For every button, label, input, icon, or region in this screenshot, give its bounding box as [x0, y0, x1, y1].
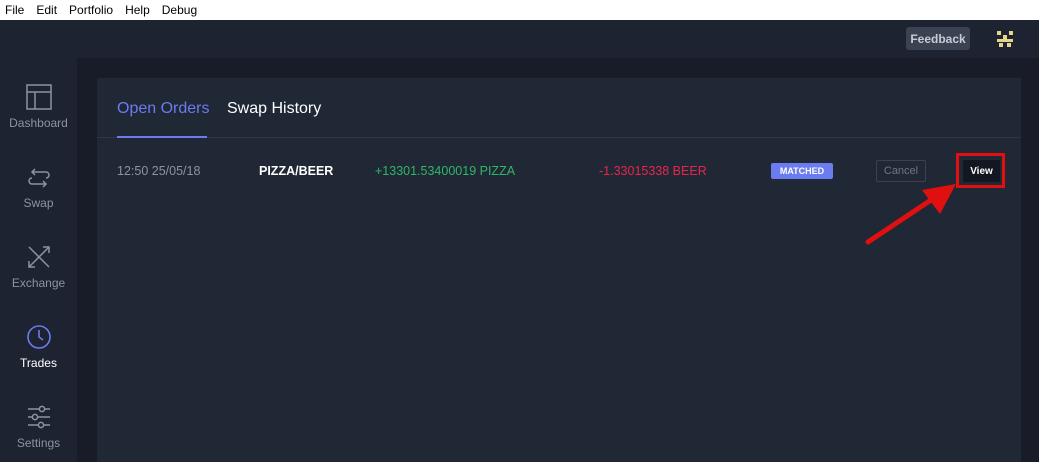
trades-clock-icon — [26, 325, 51, 349]
order-send-amount: -1.33015338 BEER — [599, 164, 707, 178]
orders-panel: Open Orders Swap History 12:50 25/05/18 … — [97, 78, 1021, 462]
menu-bar: File Edit Portfolio Help Debug — [0, 0, 1039, 20]
order-pair: PIZZA/BEER — [259, 164, 334, 178]
annotation-arrow-icon — [865, 184, 956, 245]
sidebar-item-dashboard[interactable]: Dashboard — [0, 58, 77, 138]
status-badge: MATCHED — [771, 163, 833, 179]
tab-swap-history[interactable]: Swap History — [227, 100, 321, 118]
swap-icon — [27, 168, 50, 188]
sidebar-item-label: Exchange — [11, 276, 66, 290]
tab-bar: Open Orders Swap History — [97, 78, 1021, 138]
dashboard-icon — [25, 84, 52, 110]
sidebar-item-settings[interactable]: Settings — [0, 378, 77, 458]
order-time: 12:50 25/05/18 — [117, 164, 201, 178]
tab-open-orders[interactable]: Open Orders — [117, 100, 209, 118]
sidebar: Dashboard Swap Exchange Trades Settings — [0, 58, 77, 462]
menu-debug[interactable]: Debug — [162, 3, 197, 17]
sidebar-item-exchange[interactable]: Exchange — [0, 218, 77, 298]
menu-help[interactable]: Help — [125, 3, 150, 17]
sidebar-item-label: Settings — [16, 436, 61, 450]
menu-portfolio[interactable]: Portfolio — [69, 3, 113, 17]
sidebar-item-trades[interactable]: Trades — [0, 298, 77, 378]
menu-file[interactable]: File — [5, 3, 24, 17]
sidebar-item-label: Trades — [20, 356, 57, 370]
order-receive-amount: +13301.53400019 PIZZA — [375, 164, 516, 178]
feedback-button[interactable]: Feedback — [906, 27, 970, 50]
settings-sliders-icon — [27, 405, 50, 429]
sidebar-item-label: Swap — [23, 196, 54, 210]
sidebar-item-label: Dashboard — [9, 116, 68, 130]
menu-edit[interactable]: Edit — [36, 3, 57, 17]
main-content: Open Orders Swap History 12:50 25/05/18 … — [77, 58, 1039, 462]
cancel-button[interactable]: Cancel — [876, 160, 926, 182]
sidebar-item-swap[interactable]: Swap — [0, 138, 77, 218]
exchange-icon — [27, 246, 50, 268]
active-tab-indicator — [117, 136, 207, 138]
avatar-identicon-icon[interactable] — [994, 28, 1016, 50]
view-button[interactable]: View — [963, 160, 1000, 182]
top-bar: Feedback — [0, 20, 1039, 58]
